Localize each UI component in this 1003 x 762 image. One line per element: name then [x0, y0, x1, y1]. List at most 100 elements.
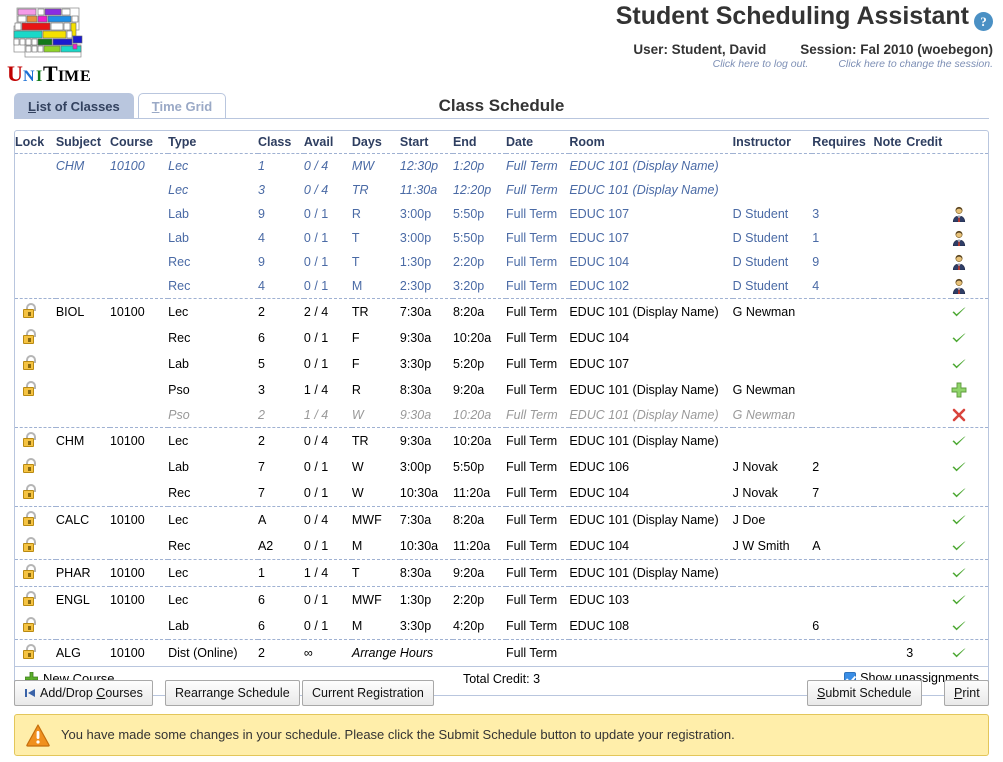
cell-lock[interactable]: [15, 639, 56, 666]
lock-icon[interactable]: [23, 458, 36, 473]
app-root: U N I T I M E Student Scheduling Assista…: [0, 0, 1003, 762]
cell-lock[interactable]: [15, 533, 56, 560]
assigned-check-icon: [951, 356, 967, 372]
col-instructor[interactable]: Instructor: [732, 131, 813, 154]
cell-requires: [812, 403, 873, 428]
cell-lock[interactable]: [15, 586, 56, 613]
logout-link[interactable]: Click here to log out.: [713, 58, 809, 70]
col-type[interactable]: Type: [168, 131, 258, 154]
col-lock[interactable]: Lock: [15, 131, 56, 154]
tab-list-of-classes[interactable]: List of Classes: [14, 93, 134, 118]
person-icon[interactable]: [951, 230, 967, 247]
cell-lock[interactable]: [15, 250, 56, 274]
col-class[interactable]: Class: [257, 131, 304, 154]
col-date[interactable]: Date: [506, 131, 570, 154]
change-session-link[interactable]: Click here to change the session.: [838, 58, 993, 70]
col-credit[interactable]: Credit: [906, 131, 952, 154]
col-note[interactable]: Note: [873, 131, 907, 154]
table-row[interactable]: CHM 10100 Lec 1 0 / 4 MW 12:30p 1:20p Full Term E…: [15, 154, 988, 179]
cell-date: Full Term: [506, 427, 570, 454]
table-row[interactable]: ENGL 10100 Lec 6 0 / 1 MWF 1:30p 2:20p Full Term…: [15, 586, 988, 613]
cell-lock[interactable]: [15, 325, 56, 351]
col-start[interactable]: Start: [399, 131, 453, 154]
lock-icon[interactable]: [23, 355, 36, 370]
cell-lock[interactable]: [15, 427, 56, 454]
table-row[interactable]: Lab 4 0 / 1 T 3:00p 5:50p Full Term EDUC 107 D S…: [15, 226, 988, 250]
cell-lock[interactable]: [15, 274, 56, 299]
lock-icon[interactable]: [23, 591, 36, 606]
person-icon[interactable]: [951, 206, 967, 223]
table-row[interactable]: Pso 3 1 / 4 R 8:30a 9:20a Full Term EDUC 101 (D…: [15, 377, 988, 403]
cell-instructor: [733, 325, 813, 351]
cell-lock[interactable]: [15, 377, 56, 403]
print-button[interactable]: Print: [944, 680, 989, 706]
lock-icon[interactable]: [23, 303, 36, 318]
col-subject[interactable]: Subject: [55, 131, 110, 154]
table-row[interactable]: Rec 9 0 / 1 T 1:30p 2:20p Full Term EDUC 104 D S…: [15, 250, 988, 274]
submit-schedule-button[interactable]: Submit Schedule: [807, 680, 922, 706]
table-row[interactable]: Rec A2 0 / 1 M 10:30a 11:20a Full Term EDUC 104…: [15, 533, 988, 560]
cell-type: Lec: [168, 183, 189, 197]
cell-lock[interactable]: [15, 298, 56, 325]
cell-lock[interactable]: [15, 613, 56, 640]
add-drop-courses-rest: ourses: [105, 686, 143, 700]
table-row[interactable]: PHAR 10100 Lec 1 1 / 4 T 8:30a 9:20a Full Term ED…: [15, 559, 988, 587]
cell-end: 2:20p: [452, 586, 507, 613]
table-row[interactable]: Rec 7 0 / 1 W 10:30a 11:20a Full Term EDUC 104 J…: [15, 480, 988, 507]
cell-class: 7: [257, 486, 265, 500]
table-row[interactable]: CHM 10100 Lec 2 0 / 4 TR 9:30a 10:20a Full Term E…: [15, 427, 988, 454]
user-label[interactable]: User: Student, David: [633, 42, 766, 57]
cell-lock[interactable]: [15, 178, 56, 202]
lock-icon[interactable]: [23, 564, 36, 579]
lock-icon[interactable]: [23, 537, 36, 552]
person-icon[interactable]: [951, 278, 967, 295]
cell-lock[interactable]: [15, 202, 56, 226]
cell-lock[interactable]: [15, 559, 56, 587]
cell-credit: [906, 250, 951, 274]
col-days[interactable]: Days: [351, 131, 400, 154]
cell-lock[interactable]: [15, 506, 56, 533]
cell-status: [951, 639, 988, 666]
cell-credit: [906, 226, 951, 250]
table-row[interactable]: Lab 6 0 / 1 M 3:30p 4:20p Full Term EDUC 108 6: [15, 613, 988, 640]
cell-credit: [906, 178, 951, 202]
cell-lock[interactable]: [15, 454, 56, 480]
cell-days: T: [351, 255, 360, 269]
col-room[interactable]: Room: [569, 131, 733, 154]
table-row[interactable]: CALC 10100 Lec A 0 / 4 MWF 7:30a 8:20a Full Term…: [15, 506, 988, 533]
col-requires[interactable]: Requires: [812, 131, 874, 154]
cell-lock[interactable]: [15, 351, 56, 377]
add-drop-courses-button[interactable]: Add/Drop Courses: [14, 680, 153, 706]
cell-lock[interactable]: [15, 226, 56, 250]
table-row[interactable]: Rec 6 0 / 1 F 9:30a 10:20a Full Term EDUC 104: [15, 325, 988, 351]
table-row[interactable]: Rec 4 0 / 1 M 2:30p 3:20p Full Term EDUC 102 D S…: [15, 274, 988, 299]
table-row[interactable]: Lab 9 0 / 1 R 3:00p 5:50p Full Term EDUC 107 D S…: [15, 202, 988, 226]
lock-icon[interactable]: [23, 329, 36, 344]
rearrange-schedule-button[interactable]: Rearrange Schedule: [165, 680, 300, 706]
help-icon[interactable]: ?: [974, 12, 993, 31]
tab-time-grid[interactable]: Time Grid: [137, 93, 227, 118]
table-row[interactable]: Lab 7 0 / 1 W 3:00p 5:50p Full Term EDUC 106 J N…: [15, 454, 988, 480]
cell-lock[interactable]: [15, 480, 56, 507]
lock-icon[interactable]: [23, 484, 36, 499]
table-row[interactable]: Lab 5 0 / 1 F 3:30p 5:20p Full Term EDUC 107: [15, 351, 988, 377]
cell-lock[interactable]: [15, 154, 56, 179]
current-registration-button[interactable]: Current Registration: [302, 680, 434, 706]
table-row[interactable]: Lec 3 0 / 4 TR 11:30a 12:20p Full Term EDUC 101…: [15, 178, 988, 202]
cell-avail: 0 / 1: [303, 460, 329, 474]
table-row[interactable]: ALG 10100 Dist (Online) 2 ∞ Arrange Hours Full…: [15, 639, 988, 666]
table-row[interactable]: BIOL 10100 Lec 2 2 / 4 TR 7:30a 8:20a Full Term E…: [15, 298, 988, 325]
lock-icon[interactable]: [23, 511, 36, 526]
lock-icon[interactable]: [23, 381, 36, 396]
col-end[interactable]: End: [452, 131, 507, 154]
lock-icon[interactable]: [23, 617, 36, 632]
col-avail[interactable]: Avail: [303, 131, 352, 154]
table-row[interactable]: Pso 2 1 / 4 W 9:30a 10:20a Full Term EDUC 101 (…: [15, 403, 988, 428]
lock-icon[interactable]: [23, 644, 36, 659]
cell-room: EDUC 103: [569, 586, 733, 613]
cell-lock[interactable]: [15, 403, 56, 428]
col-course[interactable]: Course: [109, 131, 169, 154]
lock-icon[interactable]: [23, 432, 36, 447]
person-icon[interactable]: [951, 254, 967, 271]
session-label[interactable]: Session: Fal 2010 (woebegon): [800, 42, 993, 57]
